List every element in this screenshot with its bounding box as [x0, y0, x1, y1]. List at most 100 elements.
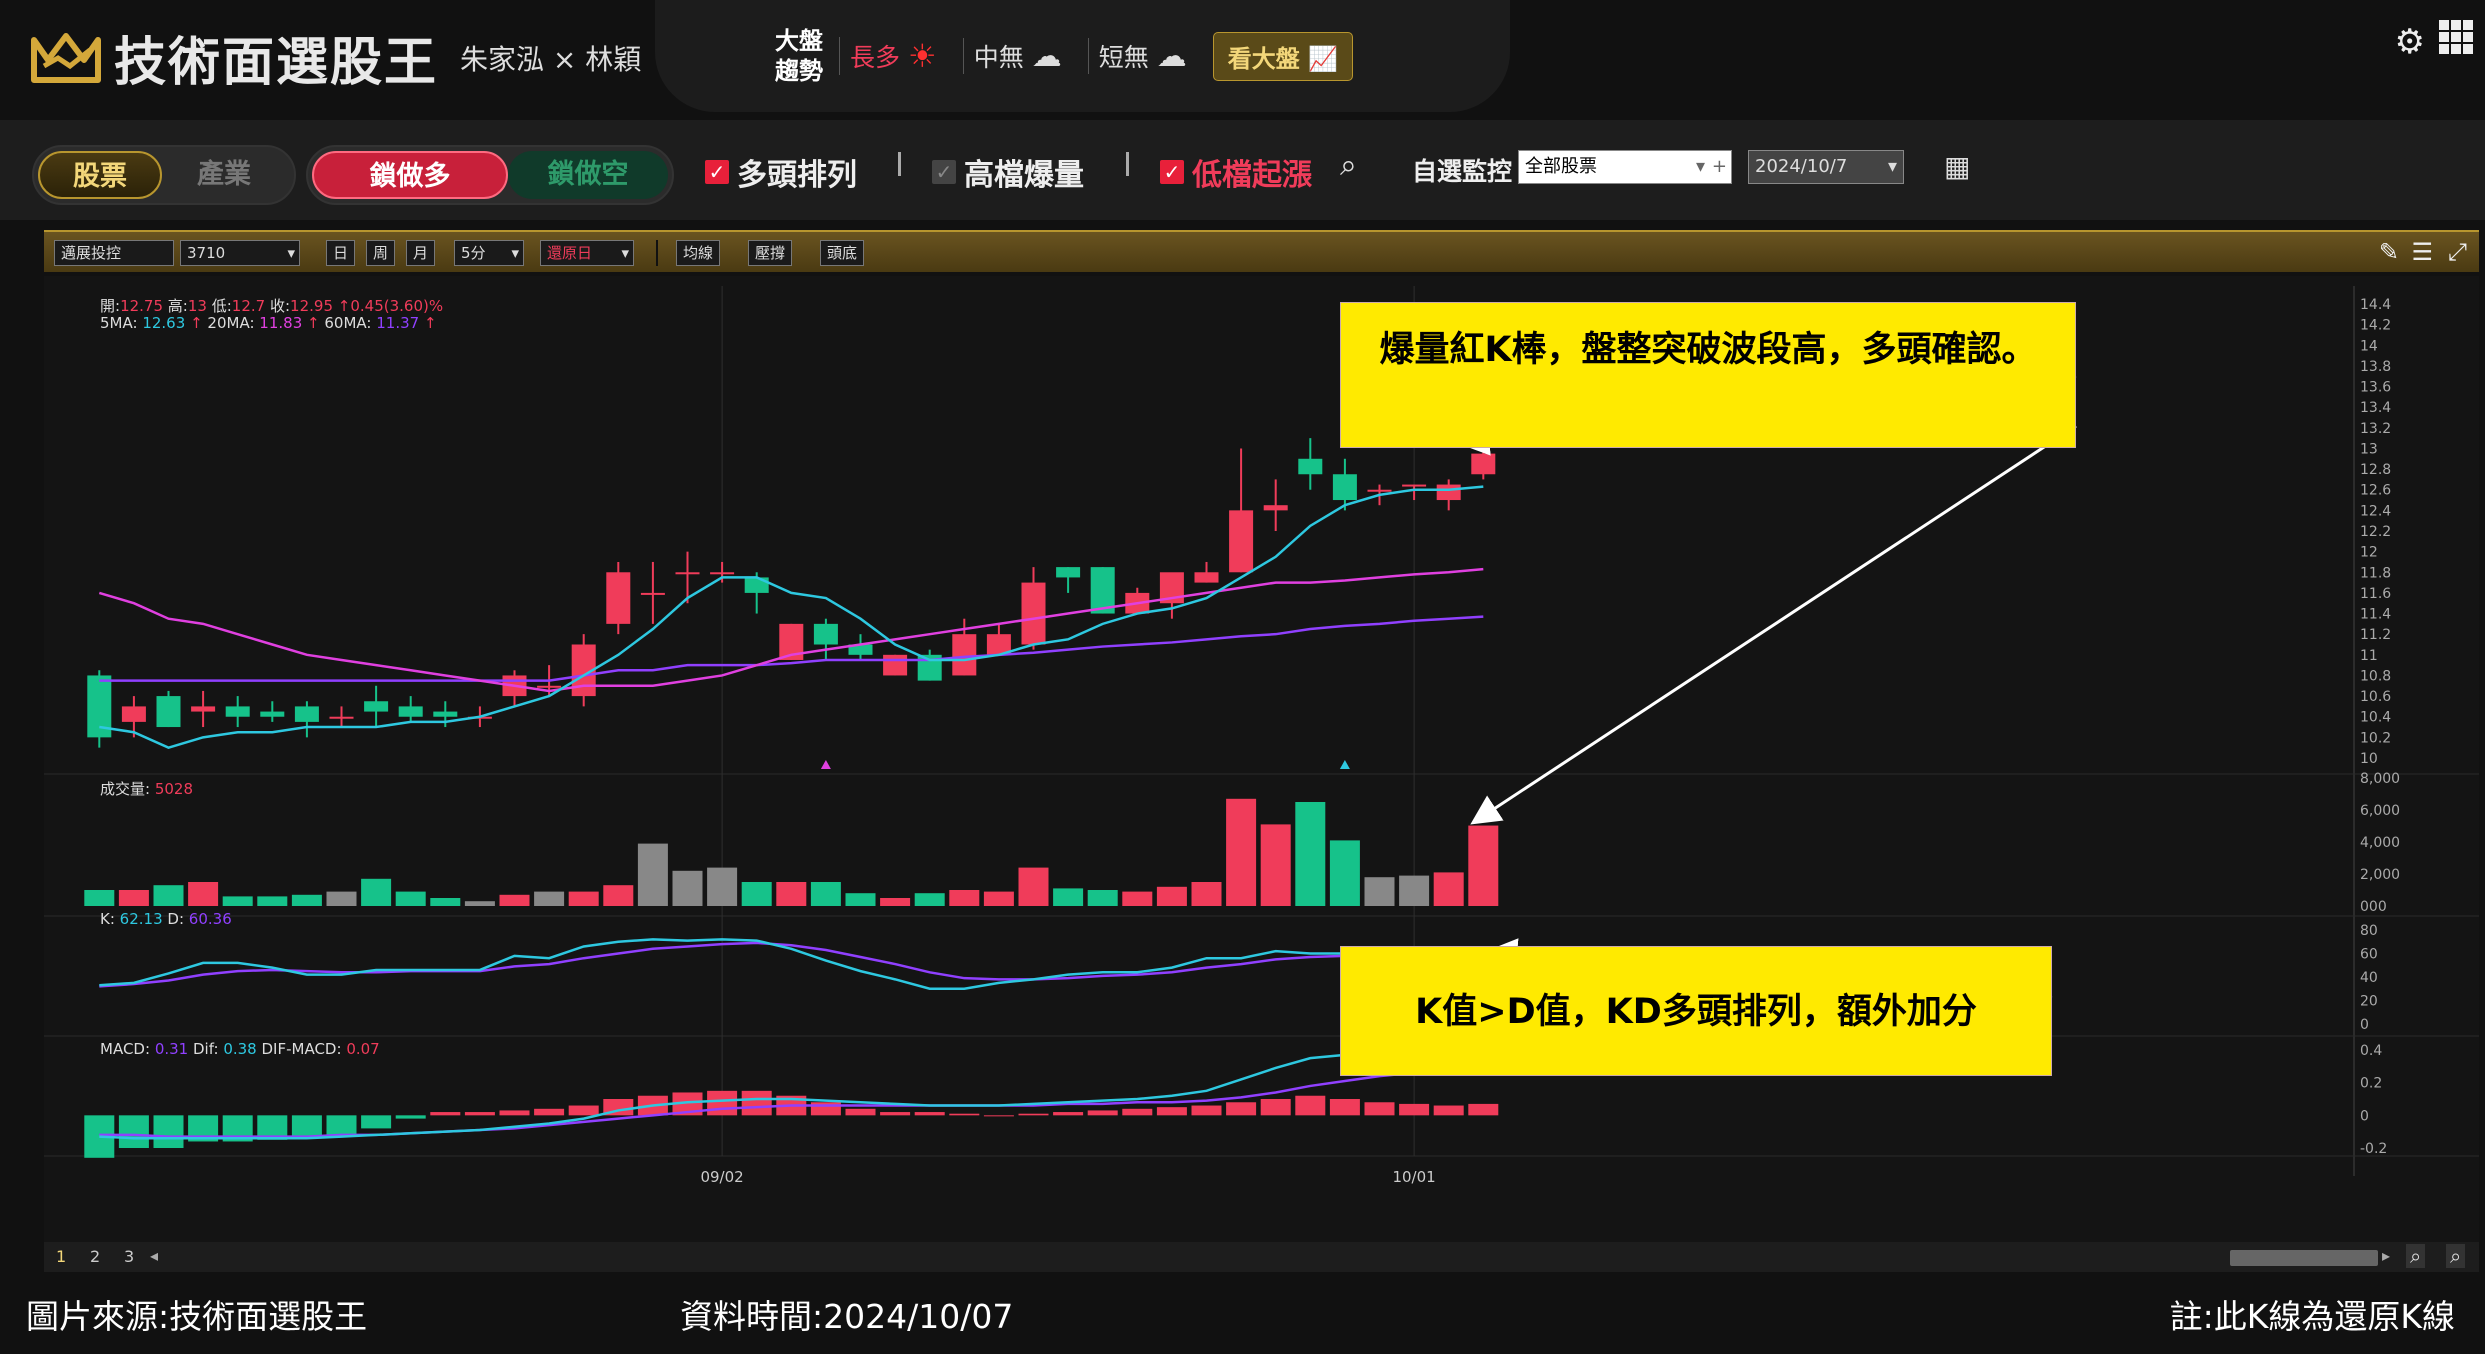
candle-body [398, 706, 423, 717]
table-layout-icon[interactable]: ▦ [1944, 150, 1970, 183]
page-1[interactable]: 1 [56, 1247, 66, 1266]
stock-name-field[interactable]: 邁展投控 [54, 240, 174, 266]
adjust-select[interactable]: 還原日 ▾ [540, 240, 634, 266]
volume-bar [1295, 802, 1326, 906]
lock-long-button[interactable]: 鎖做多 [312, 151, 508, 199]
checkbox-icon[interactable]: ✓ [932, 160, 956, 184]
market-trend-panel: 大盤 趨勢 長多 ☀ 中無 ☁ 短無 ☁ 看大盤 📈 [655, 0, 1510, 112]
macd-histogram-bar [1295, 1095, 1326, 1116]
candle-body [710, 572, 735, 575]
y-tick-label: 6,000 [2360, 803, 2400, 819]
page-2[interactable]: 2 [90, 1247, 100, 1266]
filter-low-rise[interactable]: ✓ 低檔起漲 [1160, 150, 1312, 194]
signal-marker [1339, 760, 1350, 769]
page-3[interactable]: 3 [124, 1247, 134, 1266]
period-month-button[interactable]: 月 [406, 240, 436, 266]
candle-body [883, 654, 908, 676]
chevron-down-icon: ▾ [287, 244, 295, 262]
callout-arrow [1470, 424, 2077, 825]
stock-code-select[interactable]: 3710 ▾ [180, 240, 300, 266]
volume-bar [1053, 888, 1084, 906]
volume-bar [1433, 872, 1464, 906]
y-tick-label: 11.2 [2360, 627, 2391, 643]
scroll-right-icon[interactable]: ▸ [2382, 1246, 2390, 1265]
data-time: 資料時間:2024/10/07 [680, 1297, 1014, 1336]
macd-histogram-bar [1226, 1102, 1257, 1116]
y-tick-label: 11.8 [2360, 565, 2391, 581]
volume-bar [222, 896, 253, 906]
horizontal-scrollbar[interactable] [2230, 1250, 2378, 1266]
candle-body [294, 706, 319, 722]
y-tick-label: -0.2 [2360, 1141, 2387, 1157]
volume-bar [1191, 882, 1222, 906]
macd-histogram-bar [568, 1105, 599, 1116]
y-tick-label: 0 [2360, 1108, 2369, 1124]
y-tick-label: 11.4 [2360, 607, 2391, 623]
macd-histogram-bar [1364, 1102, 1395, 1116]
period-week-button[interactable]: 周 [366, 240, 396, 266]
y-tick-label: 13 [2360, 441, 2378, 457]
y-tick-label: 0.2 [2360, 1076, 2382, 1092]
volume-bar [464, 901, 495, 906]
macd-histogram-bar [1087, 1110, 1118, 1116]
pencil-icon[interactable]: ✎ [2379, 238, 2399, 266]
sliders-icon[interactable]: ☰ [2411, 238, 2433, 266]
tab-industry[interactable]: 產業 [162, 151, 286, 199]
zoom-in-icon[interactable]: ⌕ [2446, 1244, 2466, 1268]
lock-short-button[interactable]: 鎖做空 [508, 151, 668, 199]
macd-histogram-bar [1468, 1103, 1499, 1116]
candle-body [1194, 572, 1219, 583]
plus-icon[interactable]: + [1712, 151, 1727, 183]
tab-stocks[interactable]: 股票 [38, 151, 162, 199]
monitor-label: 自選監控 [1412, 157, 1513, 186]
head-bottom-button[interactable]: 頭底 [820, 240, 865, 266]
monitor-select[interactable]: 全部股票 ▾ + [1518, 150, 1732, 184]
date-select[interactable]: 2024/10/7 ▾ [1748, 150, 1904, 184]
footer: 圖片來源:技術面選股王 資料時間:2024/10/07 註:此K線為還原K線 [0, 1276, 2485, 1354]
checkbox-checked-icon[interactable]: ✓ [1160, 160, 1184, 184]
kd-readout: K: 62.13 D: 60.36 [100, 910, 232, 928]
filter-bull-arrangement[interactable]: ✓ 多頭排列 [705, 150, 857, 194]
view-market-button[interactable]: 看大盤 📈 [1212, 31, 1353, 81]
stock-chart[interactable]: 09/02 10/01 14.4 14.2 14 13.8 13.6 13.4 13.2 13 12… [44, 276, 2479, 1242]
direction-toggle: 鎖做多 鎖做空 [306, 145, 674, 205]
macd-histogram-bar [464, 1112, 495, 1116]
candle-body [433, 711, 458, 717]
mid-trend: 中無 ☁ [962, 38, 1072, 74]
volume-bar [741, 882, 772, 906]
gear-icon[interactable]: ⚙ [2395, 22, 2425, 62]
y-tick-label: 10.8 [2360, 668, 2391, 684]
macd-histogram-bar [499, 1110, 530, 1116]
chevron-down-icon: ▾ [1887, 156, 1897, 177]
chart-area[interactable]: 09/02 10/01 14.4 14.2 14 13.8 13.6 13.4 13.2 13 12… [44, 276, 2479, 1246]
macd-histogram-bar [707, 1090, 738, 1116]
expand-icon[interactable]: ⤢ [2448, 238, 2467, 266]
market-type-toggle: 股票 產業 [32, 145, 296, 205]
app-title: 技術面選股王 [114, 33, 439, 93]
kd-bullish-callout: K值>D值，KD多頭排列，額外加分 [1340, 946, 2052, 1076]
scroll-left-icon[interactable]: ◂ [150, 1246, 158, 1265]
volume-bar [291, 894, 322, 906]
filter-high-volume[interactable]: ✓ 高檔爆量 [932, 150, 1084, 194]
support-resistance-button[interactable]: 壓撐 [748, 240, 793, 266]
volume-breakout-callout: 爆量紅K棒，盤整突破波段高，多頭確認。 [1340, 302, 2076, 448]
volume-bar [637, 843, 668, 906]
volume-bar [153, 885, 184, 906]
checkbox-checked-icon[interactable]: ✓ [705, 160, 729, 184]
volume-bar [983, 891, 1014, 906]
interval-select[interactable]: 5分 ▾ [454, 240, 524, 266]
period-day-button[interactable]: 日 [326, 240, 356, 266]
search-icon[interactable]: ⌕ [1340, 148, 1357, 183]
candle-body [1021, 582, 1046, 645]
macd-histogram-bar [430, 1112, 461, 1116]
divider [656, 240, 658, 266]
macd-histogram-bar [949, 1113, 980, 1116]
ma-button[interactable]: 均線 [676, 240, 721, 266]
divider [898, 152, 901, 176]
volume-bar [1087, 890, 1118, 906]
volume-bar [534, 891, 565, 906]
volume-bar [499, 894, 530, 906]
zoom-out-icon[interactable]: ⌕ [2406, 1244, 2426, 1268]
sun-icon: ☀ [908, 37, 937, 75]
apps-grid-icon[interactable] [2439, 20, 2473, 54]
